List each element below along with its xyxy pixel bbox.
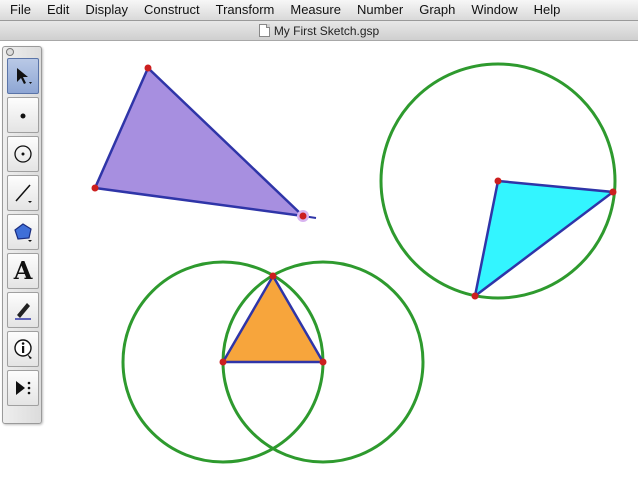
information-tool[interactable] (7, 331, 39, 367)
play-custom-tools-icon (16, 381, 31, 395)
point[interactable] (609, 188, 617, 196)
triangle-orange[interactable] (220, 273, 326, 364)
point[interactable] (144, 64, 152, 72)
toolbox-palette: A (2, 46, 42, 424)
point-tool[interactable] (7, 97, 39, 133)
compass-tool[interactable] (7, 136, 39, 172)
polygon-icon (14, 223, 32, 242)
text-tool-glyph: A (13, 256, 33, 285)
point-icon (20, 113, 26, 119)
compass-circle-icon (14, 145, 32, 163)
triangle-purple[interactable] (93, 65, 307, 218)
point[interactable] (471, 292, 479, 300)
toolbox-close-button[interactable] (6, 48, 14, 56)
line-segment-icon (15, 184, 32, 203)
straightedge-tool[interactable] (7, 175, 39, 211)
arrow-tool[interactable] (7, 58, 39, 94)
text-tool[interactable]: A (7, 253, 39, 289)
custom-tool[interactable] (7, 370, 39, 406)
triangle-cyan[interactable] (473, 179, 617, 299)
point[interactable] (219, 358, 227, 366)
sketch-canvas[interactable] (0, 0, 638, 480)
marker-pen-icon (15, 303, 31, 320)
point[interactable] (269, 272, 277, 280)
information-icon (14, 339, 32, 359)
point[interactable] (319, 358, 327, 366)
point[interactable] (91, 184, 99, 192)
marker-tool[interactable] (7, 292, 39, 328)
polygon-tool[interactable] (7, 214, 39, 250)
point[interactable] (299, 212, 307, 220)
arrow-icon (17, 68, 32, 84)
point[interactable] (494, 177, 502, 185)
